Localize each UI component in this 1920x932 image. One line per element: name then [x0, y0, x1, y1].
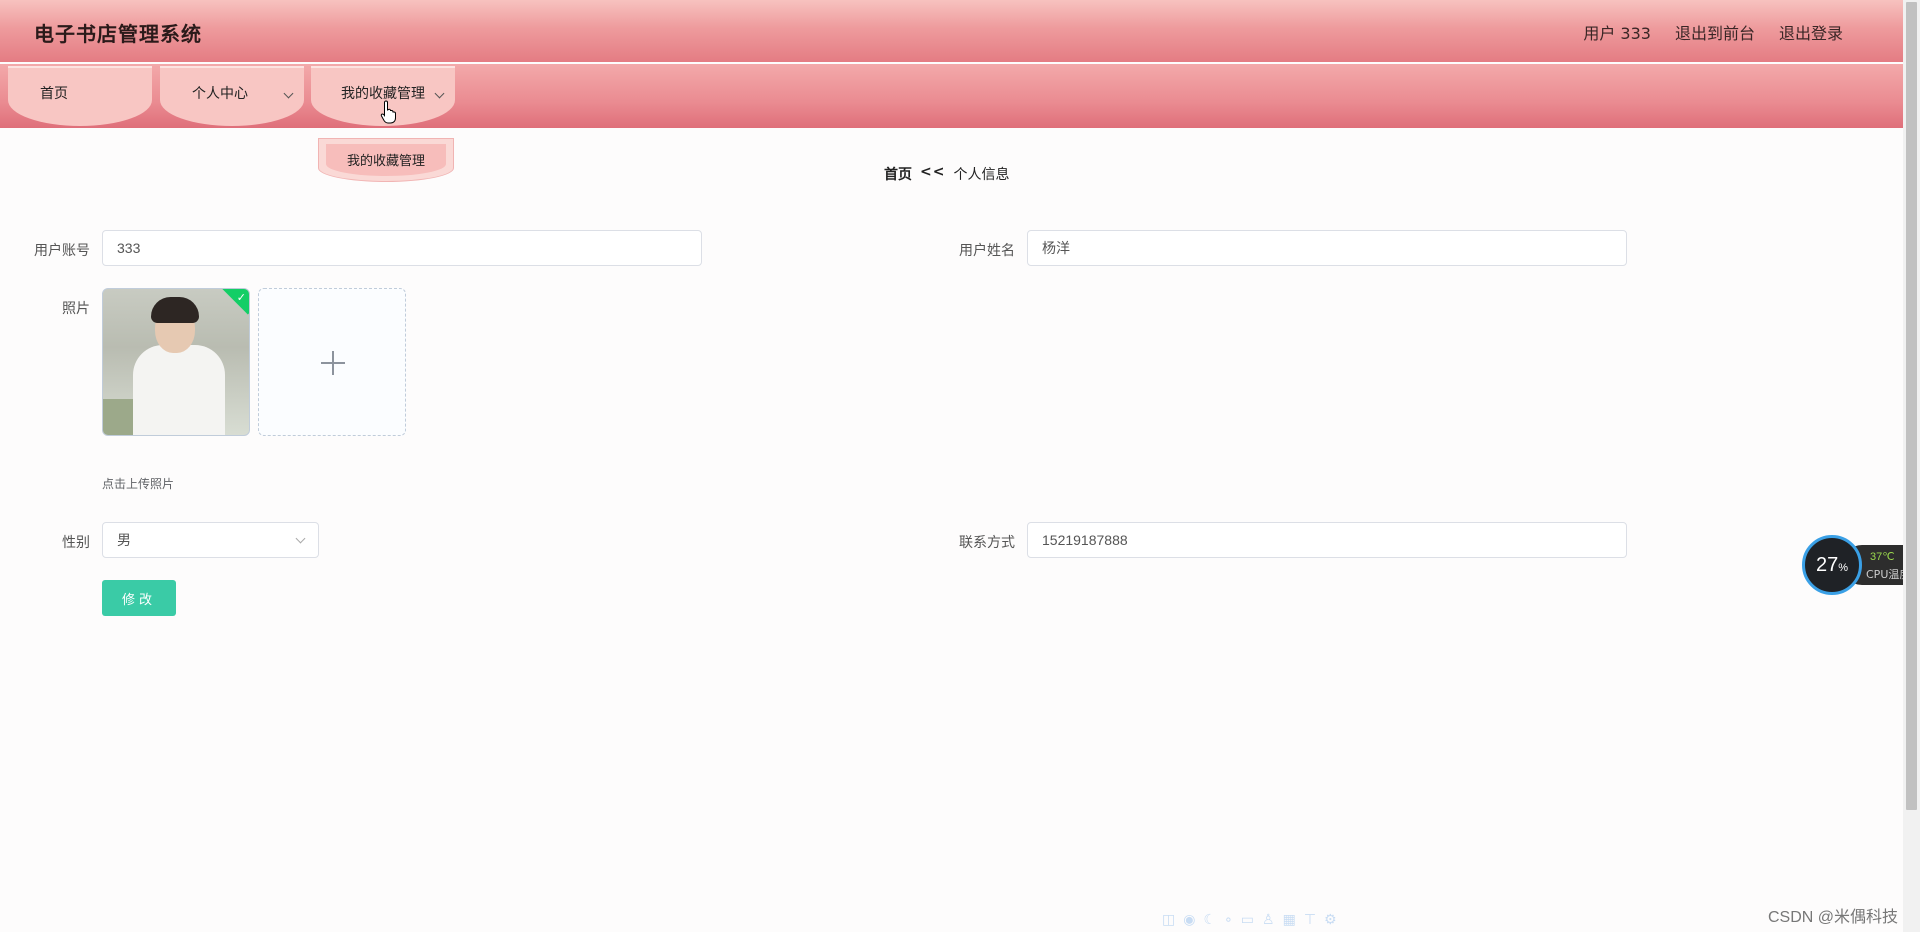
breadcrumb: 首页 << 个人信息: [884, 164, 1009, 184]
nav-item-label: 个人中心: [192, 86, 248, 102]
logout-link[interactable]: 退出登录: [1779, 20, 1843, 44]
ime-punctuation-icon: ∘: [1224, 912, 1233, 928]
submit-button[interactable]: 修改: [102, 580, 176, 616]
back-to-front-link[interactable]: 退出到前台: [1675, 20, 1755, 44]
dropdown-item-favorites[interactable]: 我的收藏管理: [326, 144, 446, 176]
breadcrumb-separator: <<: [920, 164, 946, 180]
chevron-down-icon: [283, 88, 294, 99]
cpu-temperature: 37℃: [1870, 551, 1895, 563]
gender-label: 性别: [62, 535, 90, 551]
photo-person-body: [133, 345, 225, 435]
cpu-usage-value: 27: [1815, 553, 1839, 576]
top-header: 电子书店管理系统 用户 333 退出到前台 退出登录: [0, 0, 1903, 62]
page-scrollbar[interactable]: [1903, 0, 1920, 932]
header-actions: 用户 333 退出到前台 退出登录: [1583, 20, 1843, 44]
breadcrumb-current: 个人信息: [953, 167, 1010, 183]
ime-shirt-icon: ⊤: [1303, 912, 1317, 928]
ime-language-icon: ◉: [1183, 912, 1196, 928]
name-field[interactable]: 杨洋: [1027, 230, 1627, 266]
gender-select-value: 男: [117, 532, 131, 548]
contact-label: 联系方式: [959, 535, 1015, 551]
ime-grid-icon: ▦: [1282, 912, 1296, 928]
current-user-label: 用户 333: [1583, 24, 1651, 43]
photo-background-plant: [103, 399, 133, 435]
ime-gear-icon: ⚙: [1324, 912, 1337, 928]
app-title: 电子书店管理系统: [34, 22, 202, 46]
account-field[interactable]: 333: [102, 230, 702, 266]
contact-field[interactable]: 15219187888: [1027, 522, 1627, 558]
breadcrumb-home[interactable]: 首页: [884, 164, 912, 184]
name-label: 用户姓名: [959, 243, 1015, 259]
upload-tip: 点击上传照片: [102, 477, 175, 491]
ime-keyboard-icon: ▭: [1240, 912, 1255, 928]
uploaded-photo[interactable]: ✓: [102, 288, 250, 436]
chevron-down-icon: [434, 88, 445, 99]
upload-photo-button[interactable]: [258, 288, 406, 436]
photo-label: 照片: [62, 301, 90, 317]
nav-item-personal-center[interactable]: 个人中心: [160, 66, 304, 126]
account-label: 用户账号: [34, 243, 90, 259]
hand-cursor-icon: [380, 100, 396, 124]
plus-icon-vertical: [332, 351, 334, 375]
nav-item-label: 首页: [40, 86, 68, 102]
scrollbar-thumb[interactable]: [1906, 2, 1917, 810]
favorites-dropdown-menu: 我的收藏管理: [318, 138, 454, 182]
gender-select[interactable]: 男: [102, 522, 319, 558]
check-icon: ✓: [236, 291, 246, 304]
photo-person-hair: [151, 297, 199, 323]
ime-moon-icon: ☾: [1203, 912, 1217, 928]
ime-logo-icon: ◫: [1162, 912, 1176, 928]
ime-user-icon: ♙: [1262, 912, 1275, 928]
cpu-usage-unit: %: [1838, 562, 1849, 574]
ime-toolbar: ◫ ◉ ☾ ∘ ▭ ♙ ▦ ⊤ ⚙: [1162, 912, 1372, 932]
watermark: CSDN @米偶科技: [1768, 909, 1899, 926]
nav-item-home[interactable]: 首页: [8, 66, 152, 126]
chevron-down-icon: [295, 533, 306, 544]
cpu-usage-gauge: 27%: [1802, 535, 1862, 595]
